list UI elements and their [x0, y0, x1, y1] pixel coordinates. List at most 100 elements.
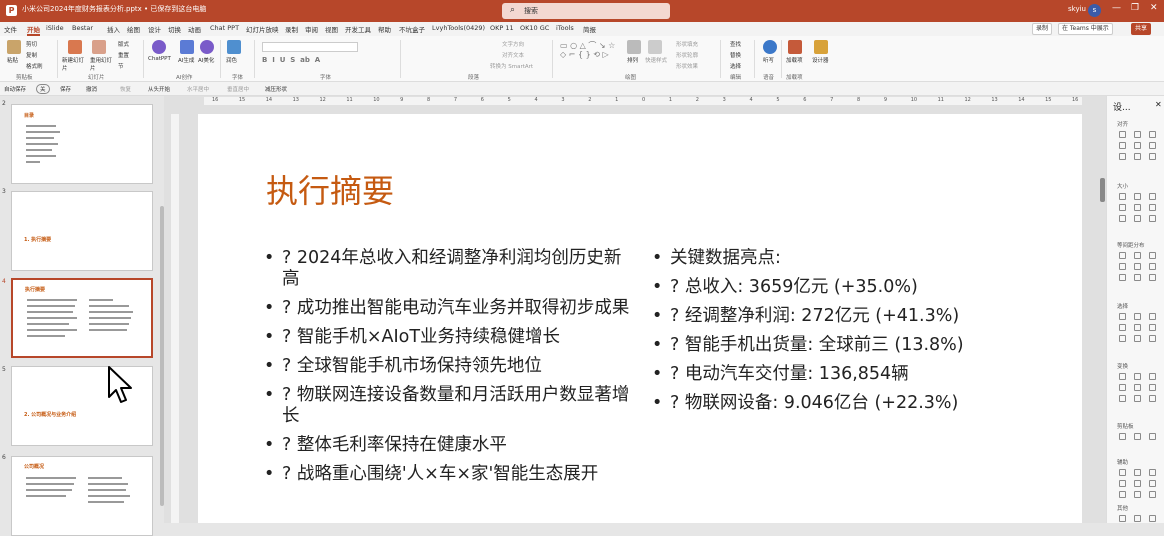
replace-button[interactable]: 替换 — [730, 51, 741, 59]
polish-button[interactable]: 润色 — [226, 56, 237, 64]
minimize-icon[interactable]: — — [1112, 3, 1121, 13]
pane-tool-icon[interactable] — [1134, 395, 1141, 402]
paste-button[interactable]: 粘贴 — [7, 56, 18, 64]
pane-tool-icon[interactable] — [1149, 515, 1156, 522]
restore-icon[interactable]: ❐ — [1131, 3, 1139, 13]
tab-home[interactable]: 开始 — [27, 24, 40, 36]
pane-tool-icon[interactable] — [1149, 469, 1156, 476]
slide-title[interactable]: 执行摘要 — [266, 166, 394, 212]
pane-tool-icon[interactable] — [1149, 215, 1156, 222]
pane-tool-icon[interactable] — [1119, 263, 1126, 270]
pane-tool-icon[interactable] — [1149, 252, 1156, 259]
bullet-item[interactable]: ? 物联网设备: 9.046亿台 (+22.3%) — [652, 393, 1012, 414]
pane-tool-icon[interactable] — [1134, 274, 1141, 281]
tab-file[interactable]: 文件 — [4, 24, 17, 34]
pane-tool-icon[interactable] — [1119, 335, 1126, 342]
canvas-scrollbar-thumb[interactable] — [1100, 178, 1105, 202]
pane-tool-icon[interactable] — [1134, 263, 1141, 270]
tab-design[interactable]: 设计 — [148, 24, 161, 34]
pane-tool-icon[interactable] — [1134, 324, 1141, 331]
vertical-ruler[interactable] — [171, 114, 179, 523]
pane-tool-icon[interactable] — [1119, 252, 1126, 259]
add-ins-button[interactable]: 加载项 — [786, 56, 803, 64]
tab-bukeng[interactable]: 不坑盒子 — [399, 24, 425, 34]
pane-tool-icon[interactable] — [1134, 153, 1141, 160]
chatppt-button[interactable]: ChatPPT — [148, 56, 171, 62]
save-button[interactable]: 保存 — [60, 85, 71, 93]
pane-tool-icon[interactable] — [1119, 480, 1126, 487]
slide[interactable]: 执行摘要 ? 2024年总收入和经调整净利润均创历史新高 ? 成功推出智能电动汽… — [198, 114, 1082, 523]
pane-tool-icon[interactable] — [1149, 480, 1156, 487]
pane-tool-icon[interactable] — [1119, 274, 1126, 281]
pane-tool-icon[interactable] — [1134, 433, 1141, 440]
pane-tool-icon[interactable] — [1119, 313, 1126, 320]
pane-tool-icon[interactable] — [1149, 131, 1156, 138]
pane-tool-icon[interactable] — [1149, 153, 1156, 160]
pane-tool-icon[interactable] — [1119, 153, 1126, 160]
reduce-shape-button[interactable]: 减压形状 — [265, 85, 287, 93]
center-horizontal-button[interactable]: 水平居中 — [187, 85, 209, 93]
user-name[interactable]: skyiu — [1068, 5, 1086, 13]
pane-tool-icon[interactable] — [1119, 491, 1126, 498]
left-bullet-list[interactable]: ? 2024年总收入和经调整净利润均创历史新高 ? 成功推出智能电动汽车业务并取… — [264, 248, 634, 493]
tab-briefing[interactable]: 简报 — [583, 24, 596, 34]
convert-smartart-button[interactable]: 转换为 SmartArt — [490, 62, 533, 70]
align-text-button[interactable]: 对齐文本 — [502, 51, 524, 59]
bullet-item[interactable]: ? 战略重心围绕'人×车×家'智能生态展开 — [264, 464, 634, 485]
pane-tool-icon[interactable] — [1149, 274, 1156, 281]
slide-thumbnail[interactable]: 1. 执行摘要 — [11, 191, 153, 271]
pane-tool-icon[interactable] — [1134, 193, 1141, 200]
tab-ok10gc[interactable]: OK10 GC — [520, 24, 549, 32]
pane-tool-icon[interactable] — [1119, 384, 1126, 391]
pane-tool-icon[interactable] — [1149, 491, 1156, 498]
tab-help[interactable]: 帮助 — [378, 24, 391, 34]
ai-generate-button[interactable]: AI生成 — [178, 56, 194, 64]
shape-fill-button[interactable]: 形状填充 — [676, 40, 698, 48]
pane-tool-icon[interactable] — [1149, 263, 1156, 270]
shape-effects-button[interactable]: 形状效果 — [676, 62, 698, 70]
slide-thumbnail-selected[interactable]: 执行摘要 — [11, 278, 153, 358]
pane-tool-icon[interactable] — [1149, 335, 1156, 342]
tab-insert[interactable]: 插入 — [107, 24, 120, 34]
copy-button[interactable]: 复制 — [26, 51, 37, 59]
tab-record[interactable]: 录制 — [285, 24, 298, 34]
arrange-button[interactable]: 排列 — [627, 56, 638, 64]
pane-tool-icon[interactable] — [1149, 142, 1156, 149]
ai-beautify-button[interactable]: AI美化 — [198, 56, 214, 64]
bullet-item[interactable]: ? 整体毛利率保持在健康水平 — [264, 435, 634, 456]
autosave-label[interactable]: 自动保存 — [4, 85, 26, 93]
from-beginning-button[interactable]: 从头开始 — [148, 85, 170, 93]
text-direction-button[interactable]: 文字方向 — [502, 40, 524, 48]
tab-animations[interactable]: 动画 — [188, 24, 201, 34]
bullet-item[interactable]: ? 2024年总收入和经调整净利润均创历史新高 — [264, 248, 634, 290]
font-style-buttons[interactable]: B I U S ab A — [262, 56, 382, 66]
pane-tool-icon[interactable] — [1134, 142, 1141, 149]
center-vertical-button[interactable]: 垂直居中 — [227, 85, 249, 93]
select-button[interactable]: 选择 — [730, 62, 741, 70]
undo-button[interactable]: 撤消 — [86, 85, 97, 93]
bullet-item[interactable]: ? 物联网连接设备数量和月活跃用户数显著增长 — [264, 385, 634, 427]
font-name-dropdown[interactable] — [262, 42, 358, 52]
record-button[interactable]: 录制 — [1032, 23, 1053, 35]
pane-tool-icon[interactable] — [1119, 215, 1126, 222]
pane-close-icon[interactable]: ✕ — [1155, 100, 1162, 109]
section-button[interactable]: 节 — [118, 62, 124, 70]
tab-view[interactable]: 视图 — [325, 24, 338, 34]
reset-button[interactable]: 重置 — [118, 51, 129, 59]
bullet-item[interactable]: ? 经调整净利润: 272亿元 (+41.3%) — [652, 306, 1012, 327]
tab-lvyhtools[interactable]: LvyhTools(0429) — [432, 24, 485, 32]
cut-button[interactable]: 剪切 — [26, 40, 37, 48]
designer-button[interactable]: 设计器 — [812, 56, 829, 64]
document-title[interactable]: 小米公司2024年度财务报表分析.pptx • 已保存到这台电脑 — [22, 4, 206, 14]
pane-tool-icon[interactable] — [1134, 131, 1141, 138]
pane-tool-icon[interactable] — [1119, 433, 1126, 440]
pane-tool-icon[interactable] — [1119, 193, 1126, 200]
pane-tool-icon[interactable] — [1134, 204, 1141, 211]
pane-tool-icon[interactable] — [1119, 395, 1126, 402]
tab-chatppt[interactable]: Chat PPT — [210, 24, 239, 32]
format-painter-button[interactable]: 格式刷 — [26, 62, 43, 70]
present-in-teams-button[interactable]: 在 Teams 中展示 — [1058, 23, 1113, 35]
new-slide-button[interactable]: 新建幻灯片 — [62, 56, 88, 72]
pane-tool-icon[interactable] — [1134, 515, 1141, 522]
autosave-toggle[interactable]: 关 — [36, 84, 50, 94]
